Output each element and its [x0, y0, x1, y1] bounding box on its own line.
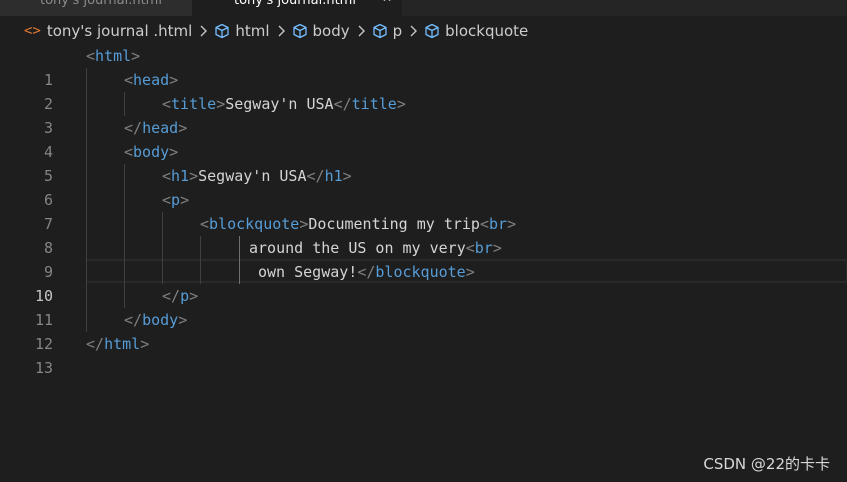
tab-label: tony's journal.html — [40, 0, 162, 8]
code-line: 1 <html> — [0, 44, 847, 89]
code-line: 9 around the US on my very<br> — [0, 236, 847, 281]
line-number: 13 — [34, 359, 53, 377]
tab-strip: tony's journal.html tony's journal.html … — [0, 0, 847, 16]
breadcrumb-item-p[interactable]: p — [372, 22, 403, 40]
chevron-right-icon — [278, 25, 285, 37]
code-line: 5 <body> — [0, 140, 847, 185]
tab-inactive[interactable]: tony's journal.html — [0, 0, 192, 16]
symbol-element-icon — [292, 23, 307, 39]
breadcrumb: <> tony's journal .html html body p bloc… — [0, 17, 847, 45]
code-text: Segway'n USA — [198, 167, 307, 185]
breadcrumb-item-label: p — [392, 22, 403, 40]
code-text: around the US on my very — [249, 239, 466, 257]
code-line: 8 <blockquote>Documenting my trip<br> — [0, 212, 847, 257]
close-icon[interactable]: ✕ — [382, 0, 392, 5]
chevron-right-icon — [358, 25, 365, 37]
code-line: 12 </body> — [0, 308, 847, 353]
code-line: 13 </html> — [0, 332, 847, 377]
symbol-element-icon — [372, 23, 387, 39]
code-editor[interactable]: 1 <html> 2 <head> 3 <title>Segway'n USA<… — [0, 44, 847, 482]
symbol-element-icon — [425, 23, 439, 39]
breadcrumb-item-label: body — [312, 22, 350, 40]
code-text: own Segway! — [258, 263, 358, 281]
code-line: 2 <head> — [0, 68, 847, 113]
breadcrumb-item-label: blockquote — [445, 22, 529, 40]
code-line: 11 </p> — [0, 284, 847, 329]
symbol-element-icon — [215, 23, 229, 39]
code-line: 7 <p> — [0, 188, 847, 233]
code-line: 4 </head> — [0, 116, 847, 161]
code-text: Documenting my trip — [308, 215, 480, 233]
chevron-right-icon — [200, 25, 208, 37]
breadcrumb-item-blockquote[interactable]: blockquote — [424, 22, 528, 40]
editor-window: tony's journal.html tony's journal.html … — [0, 0, 847, 482]
breadcrumb-item-label: html — [235, 22, 270, 40]
code-line: 3 <title>Segway'n USA</title> — [0, 92, 847, 137]
html-file-icon: <> — [24, 23, 41, 39]
chevron-right-icon — [410, 25, 418, 37]
code-text: Segway'n USA — [225, 95, 334, 113]
tab-label: tony's journal.html — [234, 0, 356, 8]
tab-active[interactable]: tony's journal.html ✕ — [192, 0, 402, 16]
breadcrumb-item-html[interactable]: html — [214, 22, 270, 40]
breadcrumb-file-label: tony's journal .html — [46, 22, 193, 40]
watermark: CSDN @22的卡卡 — [703, 455, 830, 473]
code-line: 6 <h1>Segway'n USA</h1> — [0, 164, 847, 209]
breadcrumb-item-body[interactable]: body — [292, 22, 350, 40]
breadcrumb-file[interactable]: <> tony's journal .html — [24, 22, 192, 40]
code-line-active: 10 own Segway!</blockquote> — [0, 260, 847, 305]
